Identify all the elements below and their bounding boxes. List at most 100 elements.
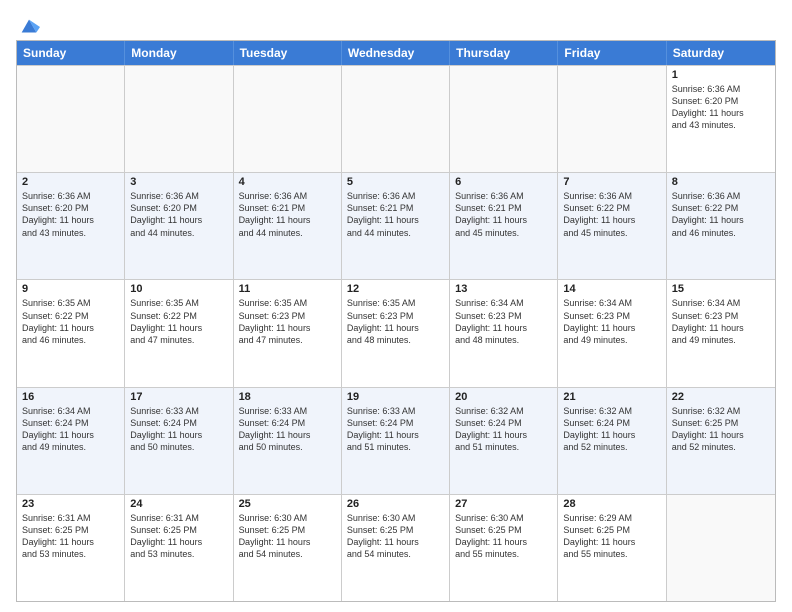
day-number: 7 (563, 176, 660, 188)
day-number: 3 (130, 176, 227, 188)
page: SundayMondayTuesdayWednesdayThursdayFrid… (0, 0, 792, 612)
cal-header-sunday: Sunday (17, 41, 125, 65)
cal-day-empty (234, 66, 342, 172)
cal-day-3: 3 Sunrise: 6:36 AM Sunset: 6:20 PM Daylig… (125, 173, 233, 279)
day-info: Sunrise: 6:36 AM Sunset: 6:21 PM Dayligh… (347, 190, 444, 239)
day-info: Sunrise: 6:36 AM Sunset: 6:20 PM Dayligh… (130, 190, 227, 239)
day-number: 10 (130, 283, 227, 295)
calendar-body: 1 Sunrise: 6:36 AM Sunset: 6:20 PM Daylig… (17, 65, 775, 601)
cal-day-6: 6 Sunrise: 6:36 AM Sunset: 6:21 PM Daylig… (450, 173, 558, 279)
cal-day-10: 10 Sunrise: 6:35 AM Sunset: 6:22 PM Dayli… (125, 280, 233, 386)
day-info: Sunrise: 6:34 AM Sunset: 6:23 PM Dayligh… (672, 297, 770, 346)
day-number: 16 (22, 391, 119, 403)
day-info: Sunrise: 6:30 AM Sunset: 6:25 PM Dayligh… (347, 512, 444, 561)
cal-day-15: 15 Sunrise: 6:34 AM Sunset: 6:23 PM Dayli… (667, 280, 775, 386)
day-number: 13 (455, 283, 552, 295)
cal-day-19: 19 Sunrise: 6:33 AM Sunset: 6:24 PM Dayli… (342, 388, 450, 494)
logo (16, 16, 40, 34)
cal-week-3: 9 Sunrise: 6:35 AM Sunset: 6:22 PM Daylig… (17, 279, 775, 386)
cal-week-1: 1 Sunrise: 6:36 AM Sunset: 6:20 PM Daylig… (17, 65, 775, 172)
day-info: Sunrise: 6:29 AM Sunset: 6:25 PM Dayligh… (563, 512, 660, 561)
cal-day-27: 27 Sunrise: 6:30 AM Sunset: 6:25 PM Dayli… (450, 495, 558, 601)
cal-day-16: 16 Sunrise: 6:34 AM Sunset: 6:24 PM Dayli… (17, 388, 125, 494)
day-info: Sunrise: 6:32 AM Sunset: 6:25 PM Dayligh… (672, 405, 770, 454)
cal-header-friday: Friday (558, 41, 666, 65)
day-info: Sunrise: 6:35 AM Sunset: 6:23 PM Dayligh… (239, 297, 336, 346)
cal-day-empty (342, 66, 450, 172)
day-info: Sunrise: 6:36 AM Sunset: 6:20 PM Dayligh… (672, 83, 770, 132)
day-info: Sunrise: 6:33 AM Sunset: 6:24 PM Dayligh… (239, 405, 336, 454)
cal-day-2: 2 Sunrise: 6:36 AM Sunset: 6:20 PM Daylig… (17, 173, 125, 279)
day-number: 2 (22, 176, 119, 188)
day-number: 24 (130, 498, 227, 510)
day-number: 6 (455, 176, 552, 188)
cal-day-8: 8 Sunrise: 6:36 AM Sunset: 6:22 PM Daylig… (667, 173, 775, 279)
day-number: 28 (563, 498, 660, 510)
cal-day-empty (450, 66, 558, 172)
calendar: SundayMondayTuesdayWednesdayThursdayFrid… (16, 40, 776, 602)
logo-icon (18, 16, 40, 38)
day-info: Sunrise: 6:36 AM Sunset: 6:22 PM Dayligh… (672, 190, 770, 239)
header (16, 16, 776, 34)
day-number: 14 (563, 283, 660, 295)
day-info: Sunrise: 6:35 AM Sunset: 6:22 PM Dayligh… (22, 297, 119, 346)
day-number: 18 (239, 391, 336, 403)
day-info: Sunrise: 6:34 AM Sunset: 6:24 PM Dayligh… (22, 405, 119, 454)
cal-header-tuesday: Tuesday (234, 41, 342, 65)
day-info: Sunrise: 6:30 AM Sunset: 6:25 PM Dayligh… (455, 512, 552, 561)
day-info: Sunrise: 6:36 AM Sunset: 6:21 PM Dayligh… (455, 190, 552, 239)
day-number: 20 (455, 391, 552, 403)
cal-day-26: 26 Sunrise: 6:30 AM Sunset: 6:25 PM Dayli… (342, 495, 450, 601)
cal-day-25: 25 Sunrise: 6:30 AM Sunset: 6:25 PM Dayli… (234, 495, 342, 601)
cal-day-28: 28 Sunrise: 6:29 AM Sunset: 6:25 PM Dayli… (558, 495, 666, 601)
day-info: Sunrise: 6:33 AM Sunset: 6:24 PM Dayligh… (347, 405, 444, 454)
cal-day-1: 1 Sunrise: 6:36 AM Sunset: 6:20 PM Daylig… (667, 66, 775, 172)
cal-day-18: 18 Sunrise: 6:33 AM Sunset: 6:24 PM Dayli… (234, 388, 342, 494)
cal-header-wednesday: Wednesday (342, 41, 450, 65)
cal-week-2: 2 Sunrise: 6:36 AM Sunset: 6:20 PM Daylig… (17, 172, 775, 279)
cal-day-11: 11 Sunrise: 6:35 AM Sunset: 6:23 PM Dayli… (234, 280, 342, 386)
day-info: Sunrise: 6:30 AM Sunset: 6:25 PM Dayligh… (239, 512, 336, 561)
day-number: 8 (672, 176, 770, 188)
cal-header-thursday: Thursday (450, 41, 558, 65)
day-number: 11 (239, 283, 336, 295)
day-number: 25 (239, 498, 336, 510)
cal-day-23: 23 Sunrise: 6:31 AM Sunset: 6:25 PM Dayli… (17, 495, 125, 601)
calendar-header: SundayMondayTuesdayWednesdayThursdayFrid… (17, 41, 775, 65)
day-number: 26 (347, 498, 444, 510)
cal-day-20: 20 Sunrise: 6:32 AM Sunset: 6:24 PM Dayli… (450, 388, 558, 494)
day-info: Sunrise: 6:33 AM Sunset: 6:24 PM Dayligh… (130, 405, 227, 454)
day-info: Sunrise: 6:32 AM Sunset: 6:24 PM Dayligh… (563, 405, 660, 454)
cal-day-empty (125, 66, 233, 172)
cal-day-17: 17 Sunrise: 6:33 AM Sunset: 6:24 PM Dayli… (125, 388, 233, 494)
day-info: Sunrise: 6:32 AM Sunset: 6:24 PM Dayligh… (455, 405, 552, 454)
cal-day-12: 12 Sunrise: 6:35 AM Sunset: 6:23 PM Dayli… (342, 280, 450, 386)
day-number: 21 (563, 391, 660, 403)
day-number: 9 (22, 283, 119, 295)
day-info: Sunrise: 6:31 AM Sunset: 6:25 PM Dayligh… (22, 512, 119, 561)
day-number: 1 (672, 69, 770, 81)
day-info: Sunrise: 6:35 AM Sunset: 6:23 PM Dayligh… (347, 297, 444, 346)
day-number: 4 (239, 176, 336, 188)
cal-day-empty (17, 66, 125, 172)
day-number: 17 (130, 391, 227, 403)
day-number: 23 (22, 498, 119, 510)
day-number: 22 (672, 391, 770, 403)
day-info: Sunrise: 6:34 AM Sunset: 6:23 PM Dayligh… (455, 297, 552, 346)
cal-day-empty (667, 495, 775, 601)
day-number: 15 (672, 283, 770, 295)
day-number: 19 (347, 391, 444, 403)
day-info: Sunrise: 6:36 AM Sunset: 6:22 PM Dayligh… (563, 190, 660, 239)
day-number: 27 (455, 498, 552, 510)
cal-day-22: 22 Sunrise: 6:32 AM Sunset: 6:25 PM Dayli… (667, 388, 775, 494)
cal-day-14: 14 Sunrise: 6:34 AM Sunset: 6:23 PM Dayli… (558, 280, 666, 386)
day-info: Sunrise: 6:35 AM Sunset: 6:22 PM Dayligh… (130, 297, 227, 346)
cal-day-4: 4Sunrise: 6:36 AM Sunset: 6:21 PM Daylig… (234, 173, 342, 279)
day-info: Sunrise: 6:34 AM Sunset: 6:23 PM Dayligh… (563, 297, 660, 346)
cal-week-4: 16 Sunrise: 6:34 AM Sunset: 6:24 PM Dayli… (17, 387, 775, 494)
day-number: 5 (347, 176, 444, 188)
day-info: Sunrise: 6:36 AM Sunset: 6:20 PM Dayligh… (22, 190, 119, 239)
day-info: Sunrise: 6:31 AM Sunset: 6:25 PM Dayligh… (130, 512, 227, 561)
cal-day-5: 5 Sunrise: 6:36 AM Sunset: 6:21 PM Daylig… (342, 173, 450, 279)
day-number: 12 (347, 283, 444, 295)
